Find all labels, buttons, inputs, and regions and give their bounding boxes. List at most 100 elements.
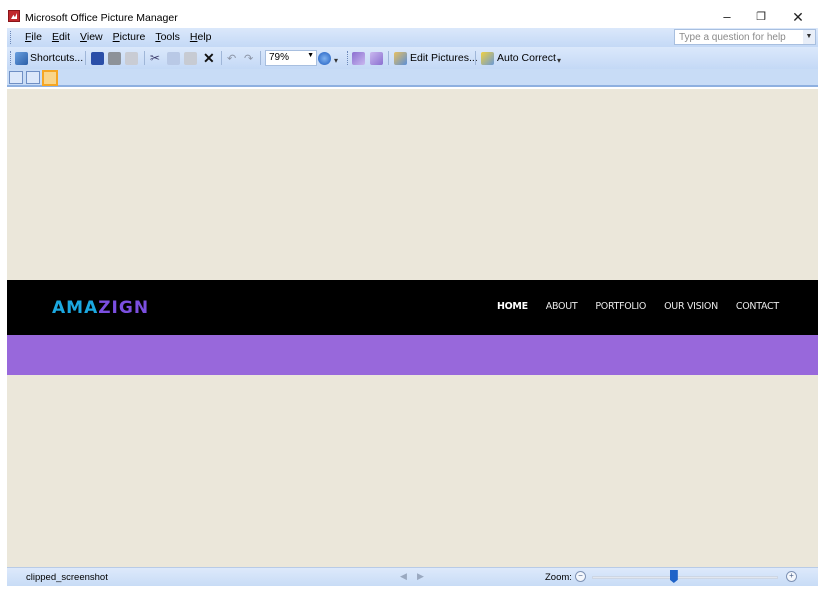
toolbar-options-chevron-icon[interactable]: ▾ <box>557 56 561 65</box>
picture-manager-app-icon <box>8 10 20 22</box>
rotate-right-button[interactable] <box>370 50 383 66</box>
current-file-name: clipped_screenshot <box>26 572 108 583</box>
help-search-input[interactable]: Type a question for help ▼ <box>674 29 816 45</box>
paste-button[interactable] <box>184 50 197 66</box>
menu-accelerator: P <box>112 31 120 43</box>
site-nav-contact: CONTACT <box>735 301 779 312</box>
logo-part-purple: ZIGN <box>98 298 150 318</box>
delete-button[interactable]: ✕ <box>203 50 215 66</box>
site-nav-portfolio: PORTFOLIO <box>595 301 647 312</box>
menu-label-rest: icture <box>119 31 146 43</box>
menu-file[interactable]: File <box>20 31 47 43</box>
menu-help[interactable]: Help <box>185 31 217 43</box>
paste-icon <box>184 51 197 65</box>
cut-button[interactable]: ✂ <box>150 50 160 66</box>
rotate-left-icon <box>352 51 365 65</box>
help-icon <box>318 51 331 65</box>
next-picture-icon[interactable]: ▶ <box>417 571 424 582</box>
menu-edit[interactable]: Edit <box>47 31 75 43</box>
rotate-left-button[interactable] <box>352 50 365 66</box>
site-nav-our-vision: OUR VISION <box>664 301 718 312</box>
toolbar-separator <box>144 51 145 65</box>
menu-label-rest: ile <box>31 31 42 43</box>
toolbar-grip-handle[interactable] <box>347 51 350 65</box>
save-button[interactable] <box>91 50 104 66</box>
restore-button[interactable]: ❐ <box>746 8 776 26</box>
menu-label-rest: ools <box>160 31 180 43</box>
auto-correct-label: Auto Correct <box>497 52 556 64</box>
site-nav-links: HOME ABOUT PORTFOLIO OUR VISION CONTACT <box>497 301 797 312</box>
thumbnail-view-button[interactable] <box>9 71 23 84</box>
toolbar-options-chevron-icon[interactable]: ▾ <box>334 56 338 65</box>
site-nav-about: ABOUT <box>545 301 578 312</box>
menu-bar: File Edit View Picture Tools Help Type a ques… <box>7 28 818 47</box>
zoom-dropdown-icon[interactable]: ▼ <box>307 52 314 59</box>
undo-button[interactable]: ↶ <box>227 50 236 66</box>
menu-label-rest: dit <box>58 31 71 43</box>
picture-site-navbar: AMAZIGN HOME ABOUT PORTFOLIO OUR VISION CONT… <box>7 280 818 335</box>
help-dropdown-icon[interactable]: ▼ <box>803 30 815 44</box>
email-icon <box>125 51 138 65</box>
close-button[interactable]: ✕ <box>783 8 813 26</box>
menu-items: File Edit View Picture Tools Help <box>20 31 216 43</box>
menu-tools[interactable]: Tools <box>150 31 185 43</box>
edit-pictures-label: Edit Pictures... <box>410 52 478 64</box>
title-bar: Microsoft Office Picture Manager – ❐ ✕ <box>0 0 834 28</box>
filmstrip-view-button[interactable] <box>26 71 40 84</box>
email-button[interactable] <box>125 50 138 66</box>
site-logo: AMAZIGN <box>52 298 149 318</box>
menu-accelerator: V <box>80 31 87 43</box>
help-button[interactable] <box>318 50 331 66</box>
redo-icon: ↷ <box>244 52 254 65</box>
menu-accelerator: E <box>51 31 59 43</box>
rotate-right-icon <box>370 51 383 65</box>
picture-manager-window: Microsoft Office Picture Manager – ❐ ✕ F… <box>0 0 834 595</box>
previous-picture-icon[interactable]: ◀ <box>400 571 407 582</box>
menu-label-rest: iew <box>86 31 103 43</box>
shortcuts-label: Shortcuts... <box>30 52 84 64</box>
redo-button[interactable]: ↷ <box>244 50 253 66</box>
logo-part-blue: AMA <box>52 298 99 318</box>
help-placeholder: Type a question for help <box>679 32 786 43</box>
status-bar: clipped_screenshot ◀ ▶ Zoom: − + <box>7 567 818 586</box>
zoom-slider-track[interactable] <box>592 576 778 579</box>
toolbar-separator <box>85 51 86 65</box>
toolbar-grip-handle[interactable] <box>10 51 13 65</box>
minimize-button[interactable]: – <box>712 8 742 26</box>
picture-purple-band <box>7 335 818 375</box>
auto-correct-button[interactable]: Auto Correct <box>481 50 556 66</box>
menu-picture[interactable]: Picture <box>108 31 151 43</box>
single-picture-view-button[interactable] <box>42 70 58 86</box>
auto-correct-icon <box>481 51 494 65</box>
zoom-slider-thumb[interactable] <box>669 570 678 583</box>
menu-view[interactable]: View <box>75 31 108 43</box>
standard-toolbar: Shortcuts... ✂ ✕ ↶ ↷ 79% ▼ ▾ Edit Pictur… <box>7 47 818 69</box>
delete-icon: ✕ <box>203 49 215 66</box>
picture-canvas: AMAZIGN HOME ABOUT PORTFOLIO OUR VISION CONT… <box>7 89 818 567</box>
copy-button[interactable] <box>167 50 180 66</box>
zoom-in-icon[interactable]: + <box>786 571 797 582</box>
toolbar-separator <box>388 51 389 65</box>
zoom-value: 79% <box>269 52 290 63</box>
site-nav-home: HOME <box>497 301 528 312</box>
toolbar-separator <box>475 51 476 65</box>
zoom-combo-box[interactable]: 79% ▼ <box>265 50 317 66</box>
shortcuts-icon <box>15 51 28 65</box>
menu-grip-handle[interactable] <box>10 31 13 44</box>
shortcuts-button[interactable]: Shortcuts... <box>15 50 83 66</box>
cut-icon: ✂ <box>150 51 161 65</box>
edit-pictures-button[interactable]: Edit Pictures... <box>394 50 478 66</box>
view-bar <box>7 69 818 87</box>
edit-pictures-icon <box>394 51 407 65</box>
zoom-out-icon[interactable]: − <box>575 571 586 582</box>
print-icon <box>108 51 121 65</box>
displayed-picture: AMAZIGN HOME ABOUT PORTFOLIO OUR VISION CONT… <box>7 280 818 375</box>
copy-icon <box>167 51 180 65</box>
toolbar-separator <box>221 51 222 65</box>
menu-label-rest: elp <box>197 31 212 43</box>
save-icon <box>91 51 104 65</box>
window-title: Microsoft Office Picture Manager <box>25 12 178 24</box>
undo-icon: ↶ <box>227 52 237 65</box>
print-button[interactable] <box>108 50 121 66</box>
zoom-label: Zoom: <box>545 572 572 583</box>
